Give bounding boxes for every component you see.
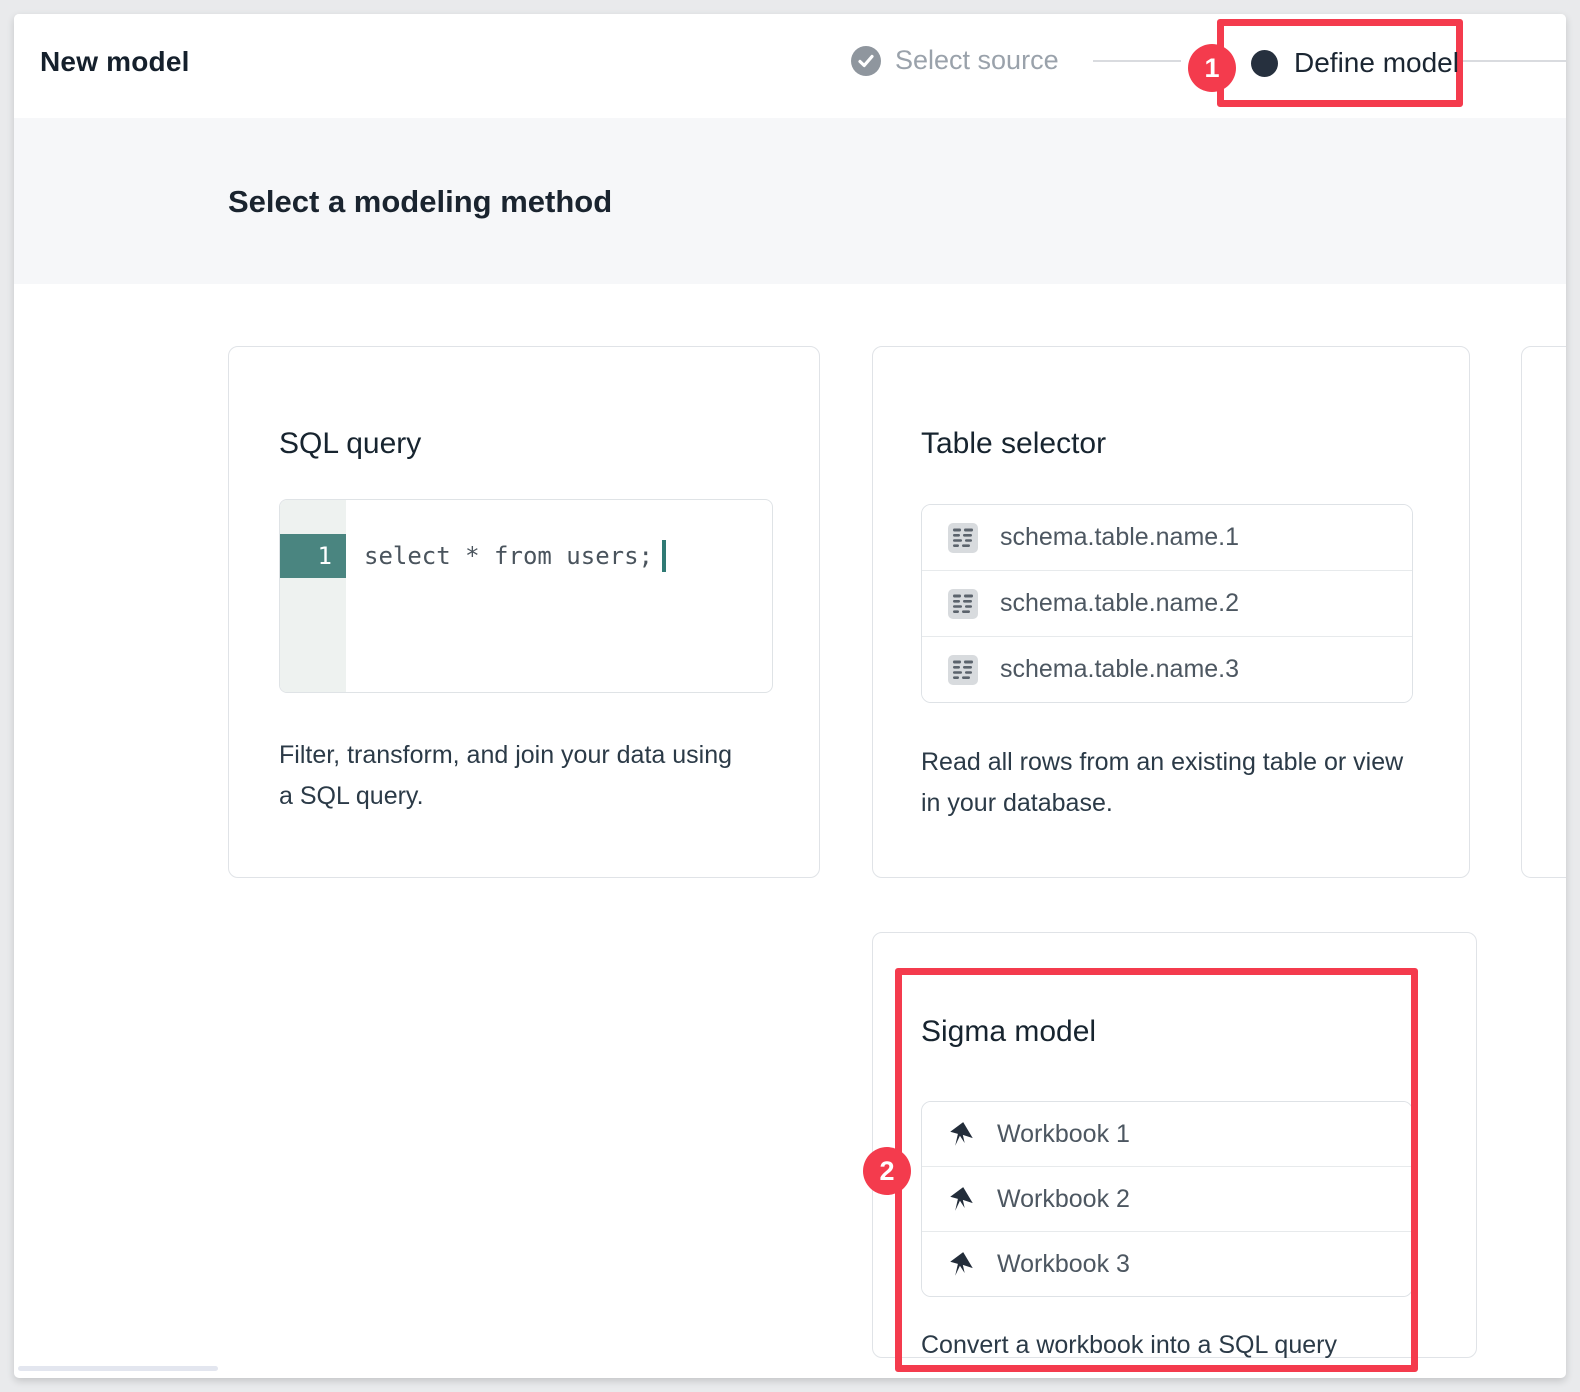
- table-item-label: schema.table.name.3: [1000, 655, 1240, 683]
- card-table-selector[interactable]: Table selector schema.table.name.1 schem…: [872, 346, 1470, 878]
- card-sigma-model[interactable]: Sigma model Workbook 1 Workbook 2 Workbo…: [872, 932, 1477, 1359]
- table-selector-card-title: Table selector: [921, 427, 1107, 460]
- sql-query-description: Filter, transform, and join your data us…: [279, 741, 733, 810]
- table-item-label: schema.table.name.1: [1000, 523, 1240, 551]
- table-icon: [948, 588, 978, 619]
- table-list-item[interactable]: schema.table.name.1: [922, 505, 1412, 571]
- text-cursor: [661, 540, 666, 572]
- workbook-list-item[interactable]: Workbook 2: [922, 1167, 1412, 1232]
- table-selector-description: Read all rows from an existing table or …: [921, 748, 1404, 817]
- table-list-item[interactable]: schema.table.name.2: [922, 571, 1412, 637]
- workbook-item-label: Workbook 2: [997, 1184, 1130, 1213]
- editor-active-line: 1 select * from users;: [280, 534, 772, 578]
- code-text: select * from users;: [364, 542, 653, 570]
- workbook-list-item[interactable]: Workbook 3: [922, 1232, 1412, 1296]
- sql-code-editor[interactable]: 1 select * from users;: [279, 499, 773, 693]
- workbook-list-item[interactable]: Workbook 1: [922, 1102, 1412, 1167]
- stepper-item-select-source[interactable]: Select source: [851, 45, 1059, 76]
- check-circle-icon: [851, 45, 881, 76]
- card-partial-right[interactable]: [1521, 346, 1566, 878]
- current-step-dot-icon: [1251, 49, 1278, 77]
- sql-query-card-title: SQL query: [279, 427, 422, 460]
- table-list: schema.table.name.1 schema.table.name.2: [921, 504, 1413, 703]
- stepper-label-define-model[interactable]: Define model: [1294, 47, 1459, 79]
- new-model-page: New model Select source Define model 1 S…: [14, 14, 1566, 1378]
- sigma-workbook-list: Workbook 1 Workbook 2 Workbook 3: [921, 1101, 1413, 1297]
- code-line: select * from users;: [364, 534, 666, 578]
- header-bar: New model Select source Define model 1: [14, 14, 1566, 119]
- editor-gutter: [280, 500, 346, 692]
- stepper-connector-line: [1093, 60, 1181, 62]
- horizontal-scrollbar-thumb[interactable]: [18, 1366, 218, 1371]
- section-heading: Select a modeling method: [228, 184, 613, 219]
- table-list-item[interactable]: schema.table.name.3: [922, 637, 1412, 702]
- page-title: New model: [40, 46, 190, 77]
- sigma-model-card-title: Sigma model: [921, 1015, 1097, 1048]
- table-item-label: schema.table.name.2: [1000, 589, 1240, 617]
- workbook-item-label: Workbook 1: [997, 1119, 1130, 1148]
- annotation-box-define-model: Define model: [1217, 19, 1463, 107]
- stepper-connector-line-right: [1463, 60, 1566, 62]
- annotation-badge-2: 2: [863, 1147, 911, 1195]
- workbook-item-label: Workbook 3: [997, 1249, 1130, 1278]
- annotation-badge-1: 1: [1188, 44, 1236, 92]
- card-sql-query[interactable]: SQL query 1 select * from users; Filter,…: [228, 346, 820, 878]
- stepper-label-select-source: Select source: [895, 45, 1059, 75]
- table-icon: [948, 522, 978, 553]
- sigma-bird-icon: [950, 1121, 973, 1146]
- sigma-bird-icon: [950, 1186, 973, 1211]
- line-number-cell: 1: [280, 534, 346, 578]
- table-icon: [948, 654, 978, 685]
- sigma-bird-icon: [950, 1251, 973, 1276]
- sigma-model-description: Convert a workbook into a SQL query: [921, 1331, 1337, 1359]
